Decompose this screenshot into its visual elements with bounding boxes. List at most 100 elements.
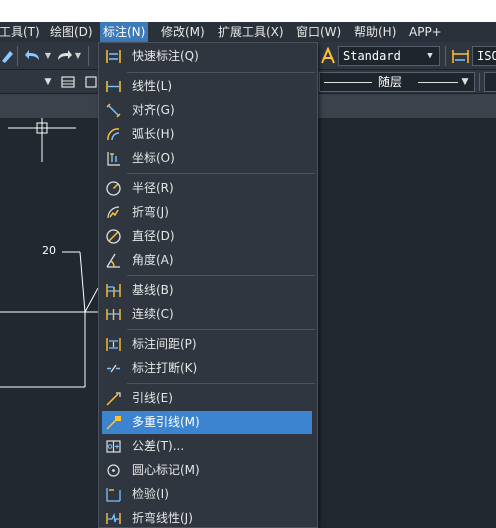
- menu-item-label: 多重引线(M): [132, 415, 200, 429]
- undo-dropdown-icon[interactable]: ▼: [43, 47, 53, 65]
- menu-item-leader[interactable]: 引线(E): [99, 387, 317, 410]
- dimension-lines: [0, 251, 99, 388]
- dimension-style-value: ISO-: [477, 49, 496, 63]
- chevron-down-icon: ▼: [427, 51, 433, 61]
- layer-properties-icon[interactable]: [60, 73, 76, 91]
- menu-draw[interactable]: 绘图(D): [47, 22, 96, 42]
- menu-item-inspection[interactable]: 检验(I): [99, 483, 317, 506]
- toolbar-separator: [445, 46, 446, 66]
- toolbar-separator: [479, 73, 480, 91]
- menu-item-multileader[interactable]: 多重引线(M): [102, 411, 312, 434]
- menu-item-label: 检验(I): [132, 487, 169, 501]
- menu-item-angular[interactable]: 角度(A): [99, 249, 317, 272]
- paint-brush-icon[interactable]: [0, 47, 14, 65]
- menu-item-jogged[interactable]: 折弯(J): [99, 201, 317, 224]
- linetype-value: 随层: [378, 75, 403, 89]
- menu-item-tolerance[interactable]: 公差(T)...: [99, 435, 317, 458]
- menu-item-aligned[interactable]: 对齐(G): [99, 99, 317, 122]
- lineweight-select[interactable]: [484, 72, 496, 92]
- menu-bar: 工具(T) 绘图(D) 标注(N) 修改(M) 扩展工具(X) 窗口(W) 帮助…: [0, 22, 496, 42]
- menu-item-label: 引线(E): [132, 391, 173, 405]
- menu-item-jogged-linear[interactable]: 折弯线性(J): [99, 507, 317, 528]
- linear-dimension-icon: [106, 81, 121, 92]
- menu-item-label: 折弯线性(J): [132, 511, 193, 525]
- menu-item-radius[interactable]: 半径(R): [99, 177, 317, 200]
- menu-separator: [127, 275, 315, 276]
- menu-item-label: 半径(R): [132, 181, 174, 195]
- menu-item-label: 快速标注(Q): [132, 49, 199, 63]
- dimension-text: 20: [42, 244, 56, 257]
- toolbar-separator: [88, 46, 89, 66]
- layer-dropdown-icon[interactable]: ▼: [42, 73, 54, 91]
- aligned-dimension-icon: [106, 103, 121, 118]
- menu-item-quick-dimension[interactable]: 快速标注(Q): [99, 45, 317, 68]
- menu-item-label: 线性(L): [132, 79, 173, 93]
- crosshair-cursor: [8, 118, 76, 162]
- radius-icon: [106, 181, 121, 196]
- dimension-space-icon: [106, 338, 121, 351]
- menu-help[interactable]: 帮助(H): [351, 22, 399, 42]
- menu-item-label: 标注间距(P): [132, 337, 197, 351]
- menu-item-label: 连续(C): [132, 307, 174, 321]
- chevron-down-icon: ▼: [461, 77, 469, 87]
- menu-item-label: 直径(D): [132, 229, 175, 243]
- menu-item-label: 对齐(G): [132, 103, 175, 117]
- menu-item-label: 角度(A): [132, 253, 174, 267]
- undo-icon[interactable]: [24, 48, 42, 64]
- layer-states-icon[interactable]: [85, 73, 97, 91]
- menu-item-arc-length[interactable]: 弧长(H): [99, 123, 317, 146]
- menu-dimension[interactable]: 标注(N): [100, 22, 149, 42]
- text-style-value: Standard: [343, 49, 401, 63]
- menu-item-label: 基线(B): [132, 283, 174, 297]
- leader-icon: [106, 392, 121, 406]
- menu-item-ordinate[interactable]: 坐标(O): [99, 147, 317, 170]
- angular-icon: [106, 253, 120, 268]
- menu-item-label: 弧长(H): [132, 127, 175, 141]
- menu-item-label: 公差(T)...: [132, 439, 185, 453]
- menu-item-dimension-break[interactable]: 标注打断(K): [99, 357, 317, 380]
- multileader-icon: [106, 416, 121, 430]
- dimension-menu: 快速标注(Q) 线性(L) 对齐(G) 弧长(H) 坐标(O) 半径(R) 折弯…: [98, 42, 318, 528]
- redo-icon[interactable]: [55, 48, 73, 64]
- menu-item-baseline[interactable]: 基线(B): [99, 279, 317, 302]
- menu-extend-tools[interactable]: 扩展工具(X): [215, 22, 287, 42]
- menu-item-continue[interactable]: 连续(C): [99, 303, 317, 326]
- linetype-preview-right: [418, 82, 458, 83]
- menu-app-plus[interactable]: APP+: [406, 22, 445, 42]
- text-style-icon[interactable]: [319, 47, 337, 65]
- menu-item-center-mark[interactable]: 圆心标记(M): [99, 459, 317, 482]
- menu-separator: [127, 173, 315, 174]
- menu-item-diameter[interactable]: 直径(D): [99, 225, 317, 248]
- menu-item-label: 圆心标记(M): [132, 463, 200, 477]
- linetype-preview: [324, 82, 372, 83]
- redo-dropdown-icon[interactable]: ▼: [73, 47, 83, 65]
- inspection-icon: [106, 488, 121, 502]
- menu-separator: [127, 383, 315, 384]
- menu-item-label: 折弯(J): [132, 205, 169, 219]
- toolbar-separator: [17, 46, 18, 66]
- menu-separator: [127, 329, 315, 330]
- menu-item-dimension-space[interactable]: 标注间距(P): [99, 333, 317, 356]
- text-style-select[interactable]: Standard ▼: [338, 46, 440, 66]
- diameter-icon: [106, 229, 121, 244]
- quick-dimension-icon: [106, 50, 121, 63]
- ordinate-icon: [107, 152, 120, 166]
- menu-window[interactable]: 窗口(W): [293, 22, 344, 42]
- menu-tools[interactable]: 工具(T): [0, 22, 43, 42]
- jogged-linear-icon: [106, 512, 121, 524]
- menu-item-label: 标注打断(K): [132, 361, 198, 375]
- continue-icon: [106, 309, 121, 320]
- dimension-style-select[interactable]: ISO-: [472, 46, 496, 66]
- menu-item-label: 坐标(O): [132, 151, 175, 165]
- dimension-style-icon[interactable]: [451, 47, 471, 65]
- dimension-break-icon: [107, 364, 120, 373]
- app-window: 工具(T) 绘图(D) 标注(N) 修改(M) 扩展工具(X) 窗口(W) 帮助…: [0, 0, 496, 528]
- menu-modify[interactable]: 修改(M): [158, 22, 208, 42]
- title-strip: [0, 0, 496, 22]
- center-mark-icon: [107, 464, 120, 477]
- jogged-radius-icon: [107, 206, 120, 219]
- menu-item-linear[interactable]: 线性(L): [99, 75, 317, 98]
- linetype-select[interactable]: 随层 ▼: [319, 72, 475, 92]
- menu-separator: [127, 72, 315, 73]
- tolerance-icon: [106, 440, 121, 453]
